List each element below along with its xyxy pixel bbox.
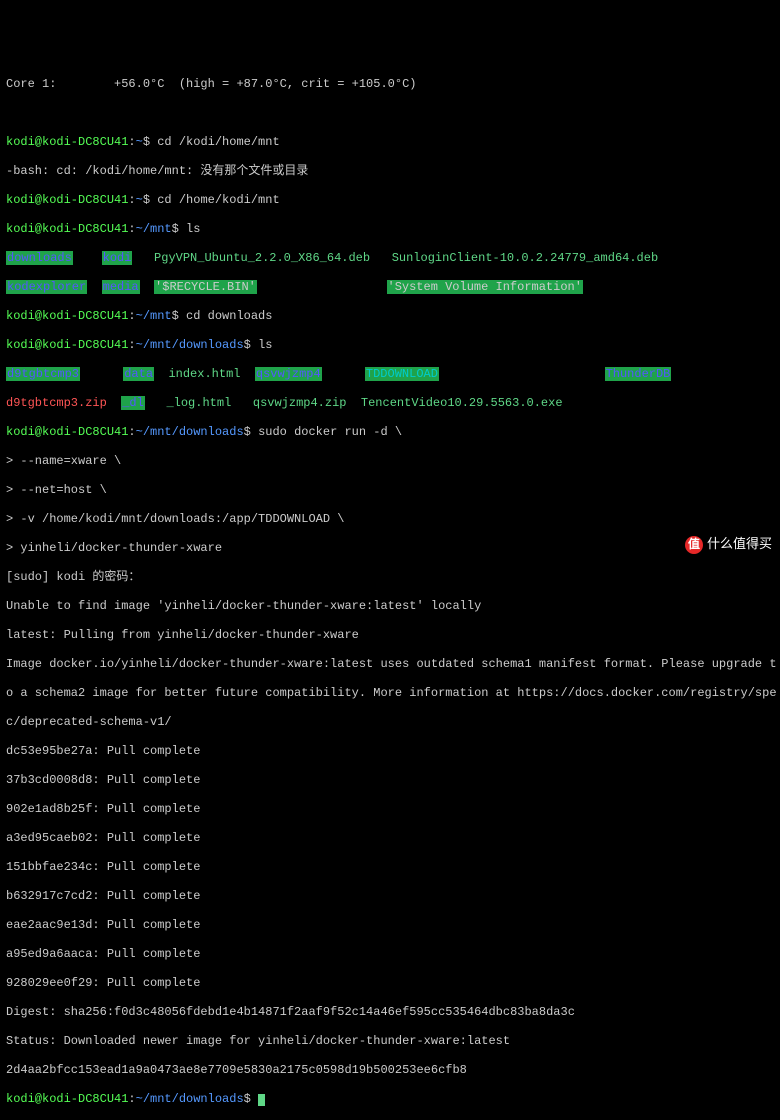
dir-entry: _dl: [121, 396, 145, 410]
pull-line: b632917c7cd2: Pull complete: [6, 889, 774, 904]
docker-output: latest: Pulling from yinheli/docker-thun…: [6, 628, 774, 643]
docker-output: o a schema2 image for better future comp…: [6, 686, 774, 701]
prompt-line: kodi@kodi-DC8CU41:~$ cd /kodi/home/mnt: [6, 135, 774, 150]
watermark: 值 什么值得买: [685, 536, 772, 554]
prompt-line: kodi@kodi-DC8CU41:~/mnt$ cd downloads: [6, 309, 774, 324]
digest-line: Digest: sha256:f0d3c48056fdebd1e4b14871f…: [6, 1005, 774, 1020]
dir-entry: data: [123, 367, 154, 381]
dir-entry: TDDOWNLOAD: [365, 367, 439, 381]
dir-entry: 'System Volume Information': [387, 280, 583, 294]
dir-entry: d9tgbtcmp3: [6, 367, 80, 381]
ls-output: d9tgbtcmp3 data index.html qsvwjzmp4 TDD…: [6, 367, 774, 382]
pull-line: dc53e95be27a: Pull complete: [6, 744, 774, 759]
status-line: Status: Downloaded newer image for yinhe…: [6, 1034, 774, 1049]
pull-line: 928029ee0f29: Pull complete: [6, 976, 774, 991]
docker-output: Image docker.io/yinheli/docker-thunder-x…: [6, 657, 774, 672]
pull-line: a95ed9a6aaca: Pull complete: [6, 947, 774, 962]
pull-line: 37b3cd0008d8: Pull complete: [6, 773, 774, 788]
file-entry: TencentVideo10.29.5563.0.exe: [361, 396, 563, 410]
watermark-text: 什么值得买: [707, 538, 772, 553]
sudo-prompt: [sudo] kodi 的密码：: [6, 570, 774, 585]
file-entry: _log.html: [166, 396, 231, 410]
file-entry: SunloginClient-10.0.2.24779_amd64.deb: [392, 251, 658, 265]
ls-output: kodexplorer media '$RECYCLE.BIN' 'System…: [6, 280, 774, 295]
dir-entry: kodexplorer: [6, 280, 87, 294]
blank-line: [6, 106, 774, 121]
prompt-line: kodi@kodi-DC8CU41:~/mnt/downloads$ ls: [6, 338, 774, 353]
dir-entry: kodi: [102, 251, 133, 265]
docker-output: Unable to find image 'yinheli/docker-thu…: [6, 599, 774, 614]
prompt-line[interactable]: kodi@kodi-DC8CU41:~/mnt/downloads$: [6, 1092, 774, 1107]
pull-line: eae2aac9e13d: Pull complete: [6, 918, 774, 933]
ls-output: downloads kodi PgyVPN_Ubuntu_2.2.0_X86_6…: [6, 251, 774, 266]
dir-entry: qsvwjzmp4: [255, 367, 322, 381]
file-entry: PgyVPN_Ubuntu_2.2.0_X86_64.deb: [154, 251, 370, 265]
pull-line: 151bbfae234c: Pull complete: [6, 860, 774, 875]
dir-entry: ThunderDB: [605, 367, 672, 381]
prompt-line: kodi@kodi-DC8CU41:~$ cd /home/kodi/mnt: [6, 193, 774, 208]
docker-arg: > --name=xware \: [6, 454, 774, 469]
pull-line: a3ed95caeb02: Pull complete: [6, 831, 774, 846]
docker-arg: > -v /home/kodi/mnt/downloads:/app/TDDOW…: [6, 512, 774, 527]
error-line: -bash: cd: /kodi/home/mnt: 没有那个文件或目录: [6, 164, 774, 179]
container-id: 2d4aa2bfcc153ead1a9a0473ae8e7709e5830a21…: [6, 1063, 774, 1078]
docker-output: c/deprecated-schema-v1/: [6, 715, 774, 730]
prompt-user: kodi@kodi-DC8CU41: [6, 135, 128, 149]
cursor[interactable]: [258, 1094, 265, 1106]
dir-entry: '$RECYCLE.BIN': [154, 280, 257, 294]
docker-arg: > --net=host \: [6, 483, 774, 498]
dir-entry: media: [102, 280, 140, 294]
dir-entry: downloads: [6, 251, 73, 265]
prompt-line: kodi@kodi-DC8CU41:~/mnt/downloads$ sudo …: [6, 425, 774, 440]
sensor-line: Core 1: +56.0°C (high = +87.0°C, crit = …: [6, 77, 774, 92]
docker-arg: > yinheli/docker-thunder-xware: [6, 541, 774, 556]
pull-line: 902e1ad8b25f: Pull complete: [6, 802, 774, 817]
ls-output: d9tgbtcmp3.zip _dl _log.html qsvwjzmp4.z…: [6, 396, 774, 411]
prompt-path: ~: [136, 135, 143, 149]
prompt-line: kodi@kodi-DC8CU41:~/mnt$ ls: [6, 222, 774, 237]
watermark-badge-icon: 值: [685, 536, 703, 554]
file-entry: index.html: [168, 367, 240, 381]
file-entry: d9tgbtcmp3.zip: [6, 396, 107, 410]
command: cd /kodi/home/mnt: [157, 135, 279, 149]
terminal-output[interactable]: Core 1: +56.0°C (high = +87.0°C, crit = …: [6, 62, 774, 1120]
file-entry: qsvwjzmp4.zip: [253, 396, 347, 410]
